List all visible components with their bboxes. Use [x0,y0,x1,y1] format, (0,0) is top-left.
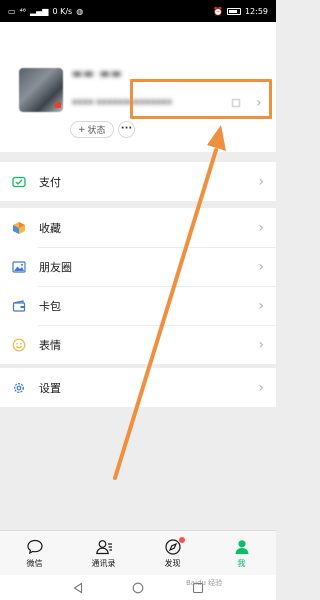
chevron-right-icon: › [258,173,264,190]
favorites-icon [12,221,26,235]
chevron-right-icon: › [258,258,264,275]
menu-label-pay: 支付 [39,175,61,189]
more-button[interactable]: ··· [118,121,135,138]
stickers-icon [12,338,26,352]
plus-icon: + [78,124,86,135]
avatar-badge [55,102,61,108]
menu-label-settings: 设置 [39,381,61,395]
chat-icon [26,538,44,556]
pay-icon [12,175,26,189]
battery-icon [226,7,241,15]
status-button[interactable]: + 状态 [70,121,114,138]
status-left: ▭ ⁴⁶ ▂▄▆ 0 K/s ◍ [8,7,83,16]
notification-icon: ◍ [76,6,84,16]
signal-bars-icon: ▂▄▆ [29,6,49,16]
status-bar: ▭ ⁴⁶ ▂▄▆ 0 K/s ◍ ⏰ 12:59 [0,0,276,22]
moments-icon [12,260,26,274]
menu-label-moments: 朋友圈 [39,260,72,274]
menu-group-services: 收藏 › 朋友圈 › 卡包 › 表情 › [0,208,276,364]
tab-chats[interactable]: 微信 [0,531,69,575]
nickname: ▬▬ ▬▬ [72,67,123,80]
chevron-right-icon: › [258,336,264,353]
menu-item-cards[interactable]: 卡包 › [0,286,276,325]
cards-icon [12,299,26,313]
menu-label-favorites: 收藏 [39,221,61,235]
network-speed: 0 K/s [52,6,73,16]
chevron-right-icon: › [258,379,264,396]
tab-label-contacts: 通讯录 [91,558,116,568]
menu-item-favorites[interactable]: 收藏 › [0,208,276,247]
menu-item-pay[interactable]: 支付 › [0,162,276,201]
contacts-icon [95,538,113,556]
person-icon [233,538,251,556]
menu-item-stickers[interactable]: 表情 › [0,325,276,364]
back-icon[interactable] [72,581,84,594]
watermark: Baidu 经验 [186,579,223,587]
new-badge [179,537,185,543]
menu-label-stickers: 表情 [39,338,61,352]
signal-icon: ⁴⁶ [19,6,26,16]
menu-group-pay: 支付 › [0,162,276,201]
menu-item-moments[interactable]: 朋友圈 › [0,247,276,286]
tab-discover[interactable]: 发现 [138,531,207,575]
annotation-highlight-box [130,79,272,119]
home-icon[interactable] [132,582,144,594]
tab-label-discover: 发现 [164,558,181,568]
tab-me[interactable]: 我 [207,531,276,575]
tab-label-chats: 微信 [26,558,43,568]
menu-item-settings[interactable]: 设置 › [0,368,276,407]
chevron-right-icon: › [258,219,264,236]
settings-icon [12,381,26,395]
alarm-icon: ⏰ [212,6,223,16]
tab-bar: 微信 通讯录 发现 我 [0,530,276,575]
menu-label-cards: 卡包 [39,299,61,313]
sim-icon: ▭ [8,6,16,16]
status-right: ⏰ 12:59 [213,7,268,16]
menu-group-settings: 设置 › [0,368,276,407]
chevron-right-icon: › [258,297,264,314]
system-nav-bar [0,575,276,600]
clock: 12:59 [244,6,268,16]
tab-contacts[interactable]: 通讯录 [69,531,138,575]
status-label: 状态 [87,126,106,136]
tab-label-me: 我 [237,558,246,568]
